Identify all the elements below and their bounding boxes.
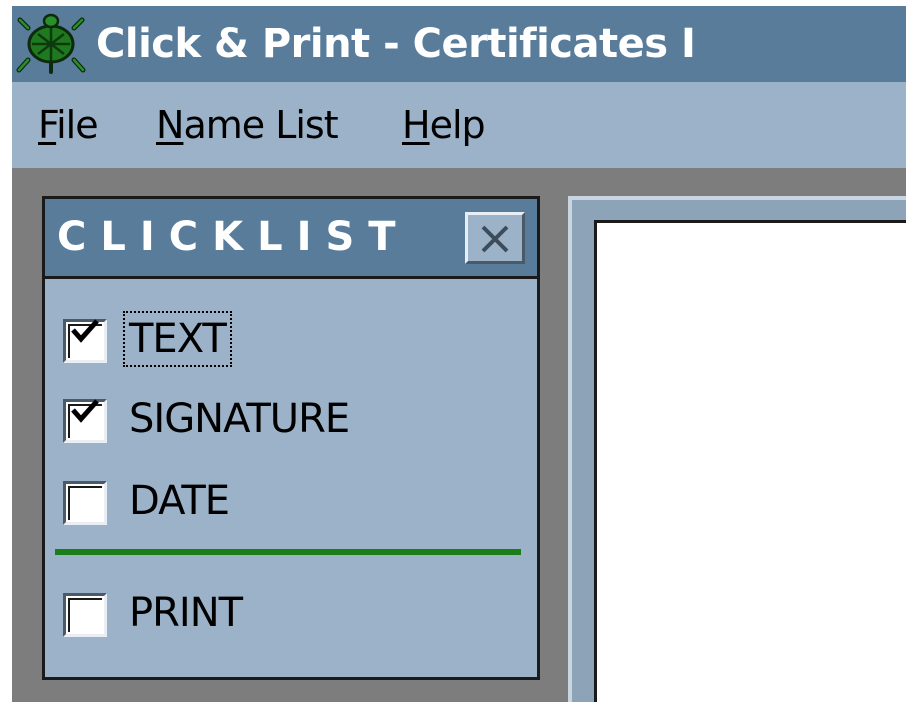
menu-file-mnemonic: F (38, 103, 57, 147)
certificate-canvas[interactable] (594, 220, 906, 702)
clicklist-panel: CLICKLIST TEXT SIGNATURE DATE PRINT (42, 196, 540, 680)
clicklist-title: CLICKLIST (57, 214, 410, 260)
checkbox-print-box[interactable] (63, 593, 107, 637)
menu-name-list[interactable]: Name List (156, 102, 339, 148)
menu-name-list-label: ame List (183, 103, 338, 147)
checkbox-date-box[interactable] (63, 481, 107, 525)
menu-file[interactable]: File (38, 102, 99, 148)
menu-bar: File Name List Help (12, 82, 906, 168)
checkbox-signature-label: SIGNATURE (129, 396, 350, 442)
menu-file-label: ile (56, 103, 98, 147)
clicklist-close-button[interactable] (465, 212, 525, 264)
menu-help-mnemonic: H (402, 103, 431, 147)
menu-help[interactable]: Help (402, 102, 486, 148)
checkbox-print-label: PRINT (129, 590, 243, 636)
turtle-app-icon[interactable] (16, 12, 86, 74)
app-window: Click & Print - Certificates I File Name… (12, 6, 906, 702)
checkmark-icon (71, 399, 99, 423)
close-icon (481, 225, 509, 253)
checkbox-date-label: DATE (129, 478, 230, 524)
window-title: Click & Print - Certificates I (96, 21, 696, 67)
checkmark-icon (71, 319, 99, 343)
checkbox-text-label: TEXT (123, 311, 232, 367)
menu-help-label: elp (429, 103, 486, 147)
menu-name-list-mnemonic: N (156, 103, 184, 147)
title-bar[interactable]: Click & Print - Certificates I (12, 6, 906, 82)
document-frame (568, 196, 906, 702)
clicklist-header[interactable]: CLICKLIST (45, 199, 537, 279)
clicklist-divider (55, 549, 521, 555)
